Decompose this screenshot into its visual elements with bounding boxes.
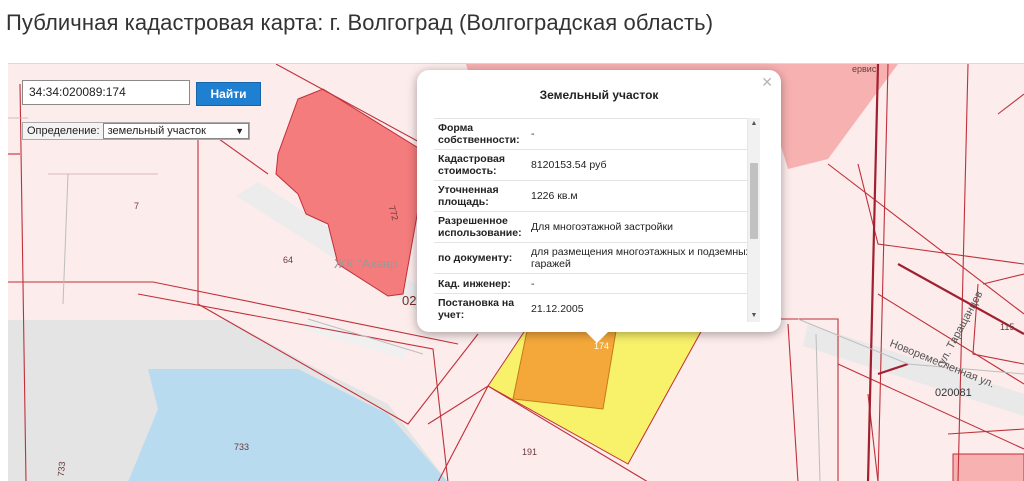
attribute-name: Уточненная площадь:	[438, 184, 499, 208]
attribute-name: Кадастровая стоимость:	[438, 153, 505, 177]
attribute-name: по документу:	[438, 252, 513, 264]
building-right-bottom	[952, 453, 1024, 481]
table-row: Постановка на учет: 21.12.2005	[434, 294, 760, 322]
attribute-value: -	[531, 128, 535, 140]
parcel-info-popup: ✕ Земельный участок Форма собственности:…	[417, 70, 781, 343]
top-service-label: ервис	[852, 64, 877, 74]
parcel-label-191: 191	[522, 447, 538, 457]
quarter-label-02: 02	[402, 293, 417, 308]
table-row: Уточненная площадь: 1226 кв.м	[434, 181, 760, 212]
popup-title: Земельный участок	[539, 88, 659, 102]
cadastral-number-input[interactable]: 34:34:020089:174	[22, 80, 190, 105]
attribute-value: 1226 кв.м	[531, 190, 578, 202]
table-row: Разрешенное использование: Для многоэтаж…	[434, 212, 760, 243]
parcel-label-733: 733	[234, 442, 250, 452]
definition-control: Определение: земельный участок ▼	[22, 122, 250, 140]
table-row: по документу: для размещения многоэтажны…	[434, 243, 760, 274]
parcel-label-115: 115	[1000, 322, 1015, 332]
road-strip-lower	[303, 319, 408, 359]
popup-scrollbar[interactable]: ▲ ▼	[747, 118, 760, 322]
attribute-name: Постановка на учет:	[438, 297, 515, 321]
quarter-label-020081: 020081	[935, 387, 972, 399]
zhk-label: ЖК "Аквар	[334, 256, 398, 271]
road-strip-right	[803, 324, 1024, 416]
scroll-up-icon[interactable]: ▲	[748, 118, 760, 130]
page-title: Публичная кадастровая карта: г. Волгогра…	[6, 10, 714, 35]
attribute-name: Форма собственности:	[438, 122, 520, 146]
parcel-attributes-table: Форма собственности: - Кадастровая стоим…	[434, 118, 760, 322]
scroll-thumb[interactable]	[750, 163, 758, 239]
table-row: Кад. инженер: -	[434, 274, 760, 294]
attribute-value: для размещения многоэтажных и подземных …	[531, 246, 751, 270]
parcel-label-7: 7	[134, 201, 140, 211]
attribute-name: Разрешенное использование:	[438, 215, 522, 239]
table-row: Кадастровая стоимость: 8120153.54 руб	[434, 150, 760, 181]
find-button[interactable]: Найти	[196, 82, 261, 106]
scroll-down-icon[interactable]: ▼	[748, 310, 760, 322]
dropdown-arrow-icon: ▼	[235, 126, 244, 136]
attribute-name: Кад. инженер:	[438, 277, 511, 290]
attribute-value: -	[531, 277, 535, 290]
attribute-value: Для многоэтажной застройки	[531, 221, 673, 233]
definition-selected-value: земельный участок	[107, 125, 206, 137]
parcel-label-64: 64	[283, 255, 294, 265]
quarter-boundaries	[866, 64, 1024, 481]
attribute-value: 21.12.2005	[531, 303, 584, 315]
attribute-value: 8120153.54 руб	[531, 159, 607, 171]
table-row: Форма собственности: -	[434, 119, 760, 150]
parcel-label-733-b: 733	[55, 461, 68, 477]
definition-select[interactable]: земельный участок ▼	[102, 123, 249, 139]
definition-label: Определение:	[27, 125, 100, 137]
